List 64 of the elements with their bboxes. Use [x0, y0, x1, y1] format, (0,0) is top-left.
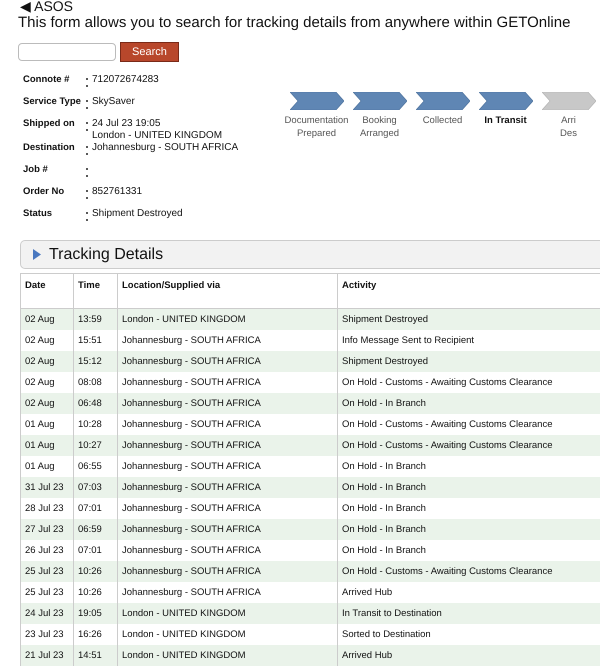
- expand-triangle-icon: [33, 249, 41, 260]
- table-cell: 10:26: [74, 561, 118, 582]
- step-label: Arri Des: [560, 114, 577, 140]
- detail-label: Connote #: [23, 74, 70, 87]
- detail-value: Shipment Destroyed: [92, 208, 183, 220]
- table-cell: Shipment Destroyed: [338, 351, 600, 372]
- table-cell: Arrived Hub: [338, 645, 600, 666]
- detail-value: 24 Jul 23 19:05: [92, 118, 162, 130]
- table-cell: 13:59: [74, 308, 118, 330]
- table-cell: 02 Aug: [20, 393, 74, 414]
- step-label: In Transit: [484, 114, 527, 127]
- table-cell: 07:03: [74, 477, 118, 498]
- table-cell: 31 Jul 23: [20, 477, 74, 498]
- table-cell: 24 Jul 23: [20, 603, 74, 624]
- table-cell: 10:27: [74, 435, 118, 456]
- table-cell: 06:48: [74, 393, 118, 414]
- table-cell: 19:05: [74, 603, 118, 624]
- table-cell: On Hold - Customs - Awaiting Customs Clearance: [338, 435, 600, 456]
- table-cell: Johannesburg - SOUTH AFRICA: [118, 435, 338, 456]
- detail-value: Johannesburg - SOUTH AFRICA: [92, 142, 238, 154]
- detail-value: 712072674283: [92, 74, 159, 86]
- detail-value: London - UNITED KINGDOM: [92, 130, 222, 142]
- table-cell: On Hold - In Branch: [338, 477, 600, 498]
- table-cell: 15:12: [74, 351, 118, 372]
- search-button[interactable]: Search: [120, 42, 179, 62]
- table-cell: 25 Jul 23: [20, 561, 74, 582]
- step-label: Booking Arranged: [360, 114, 400, 140]
- search-field[interactable]: [18, 43, 116, 61]
- table-cell: 14:51: [74, 645, 118, 666]
- table-cell: Johannesburg - SOUTH AFRICA: [118, 393, 338, 414]
- table-cell: London - UNITED KINGDOM: [118, 645, 338, 666]
- table-cell: Johannesburg - SOUTH AFRICA: [118, 351, 338, 372]
- detail-value: SkySaver: [92, 96, 135, 108]
- table-cell: Johannesburg - SOUTH AFRICA: [118, 519, 338, 540]
- table-cell: 06:59: [74, 519, 118, 540]
- section-title: Tracking Details: [49, 246, 164, 264]
- table-cell: On Hold - In Branch: [338, 519, 600, 540]
- detail-value: 852761331: [92, 186, 142, 198]
- table-cell: London - UNITED KINGDOM: [118, 603, 338, 624]
- table-cell: 01 Aug: [20, 435, 74, 456]
- detail-label: Job #: [23, 164, 49, 177]
- table-cell: In Transit to Destination: [338, 603, 600, 624]
- intro-text: This form allows you to search for tracking details from anywhere within GETOnline: [18, 14, 570, 32]
- detail-label: Order No: [23, 186, 66, 199]
- table-cell: On Hold - Customs - Awaiting Customs Clearance: [338, 561, 600, 582]
- table-cell: 27 Jul 23: [20, 519, 74, 540]
- detail-label: Service Type: [23, 96, 82, 109]
- table-cell: Shipment Destroyed: [338, 308, 600, 330]
- detail-label: Shipped on: [23, 118, 76, 131]
- table-cell: Johannesburg - SOUTH AFRICA: [118, 561, 338, 582]
- table-cell: London - UNITED KINGDOM: [118, 308, 338, 330]
- table-cell: On Hold - In Branch: [338, 393, 600, 414]
- column-header: Location/Supplied via: [118, 274, 338, 308]
- table-cell: 02 Aug: [20, 308, 74, 330]
- table-cell: 21 Jul 23: [20, 645, 74, 666]
- step-label: Documentation Prepared: [284, 114, 348, 140]
- table-cell: 02 Aug: [20, 351, 74, 372]
- table-cell: Johannesburg - SOUTH AFRICA: [118, 477, 338, 498]
- tracking-details-header[interactable]: Tracking Details: [20, 240, 600, 269]
- detail-label: Destination: [23, 142, 76, 155]
- column-header: Date: [20, 274, 74, 308]
- step-label: Collected: [422, 114, 462, 127]
- detail-label: Status: [23, 208, 54, 221]
- back-link[interactable]: ◀ ASOS: [20, 0, 74, 13]
